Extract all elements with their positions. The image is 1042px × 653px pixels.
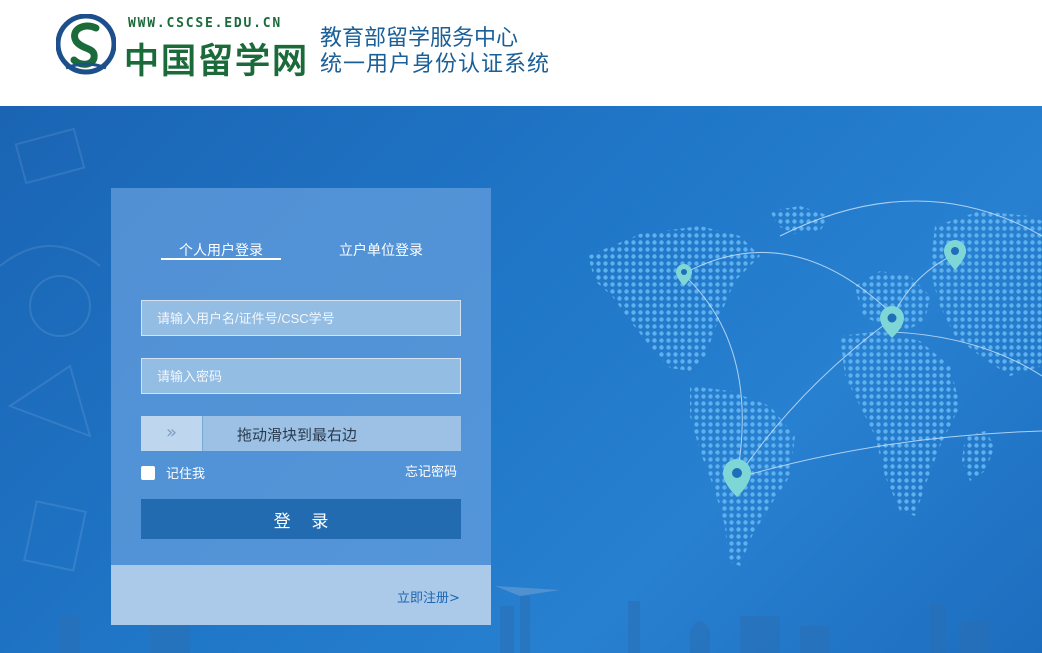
logo-url-text: WWW.CSCSE.EDU.CN xyxy=(128,16,283,31)
username-input[interactable] xyxy=(141,300,461,336)
cscse-logo[interactable] xyxy=(56,14,116,76)
slider-hint: 拖动滑块到最右边 xyxy=(237,426,358,444)
register-link[interactable]: 立即注册> xyxy=(397,587,460,606)
site-header: WWW.CSCSE.EDU.CN 中国留学网 教育部留学服务中心 统一用户身份认… xyxy=(0,0,1042,106)
slide-captcha: » 拖动滑块到最右边 xyxy=(141,416,461,451)
login-panel: 个人用户登录 立户单位登录 » 拖动滑块到最右边 记住我 忘记密码 登 录 xyxy=(111,188,491,565)
login-card: 个人用户登录 立户单位登录 » 拖动滑块到最右边 记住我 忘记密码 登 录 立即… xyxy=(111,188,491,625)
forgot-password-link[interactable]: 忘记密码 xyxy=(405,461,457,480)
logo-wordmark: 中国留学网 xyxy=(124,41,310,82)
system-title: 统一用户身份认证系统 xyxy=(320,52,551,77)
tab-personal-login[interactable]: 个人用户登录 xyxy=(179,240,263,260)
active-tab-indicator xyxy=(161,258,281,260)
login-button[interactable]: 登 录 xyxy=(141,499,461,539)
remember-me-label: 记住我 xyxy=(166,467,206,482)
checkbox-icon[interactable] xyxy=(141,465,155,480)
double-chevron-right-icon[interactable]: » xyxy=(141,416,203,451)
remember-me: 记住我 xyxy=(141,463,205,482)
password-input[interactable] xyxy=(141,358,461,394)
tab-organization-login[interactable]: 立户单位登录 xyxy=(339,240,423,260)
